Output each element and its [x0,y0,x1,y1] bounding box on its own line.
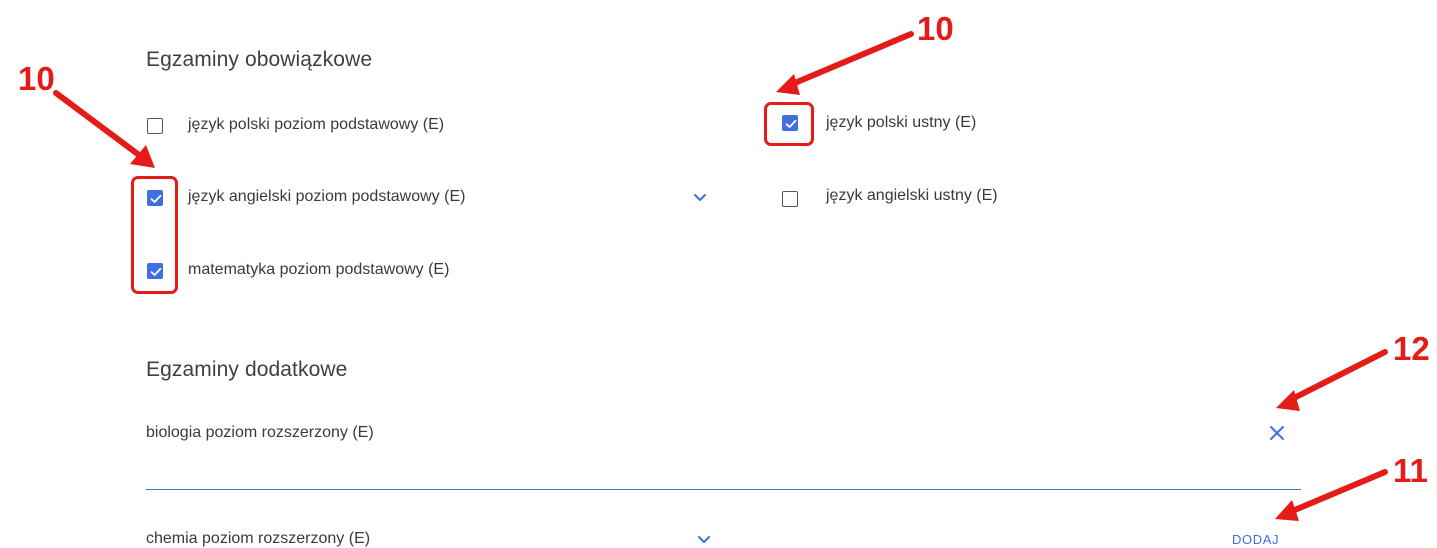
annotation-arrows [53,31,1388,521]
red-arrow [1275,469,1388,521]
red-arrow [53,90,155,168]
red-arrow [1276,349,1388,411]
red-arrow [776,31,914,95]
